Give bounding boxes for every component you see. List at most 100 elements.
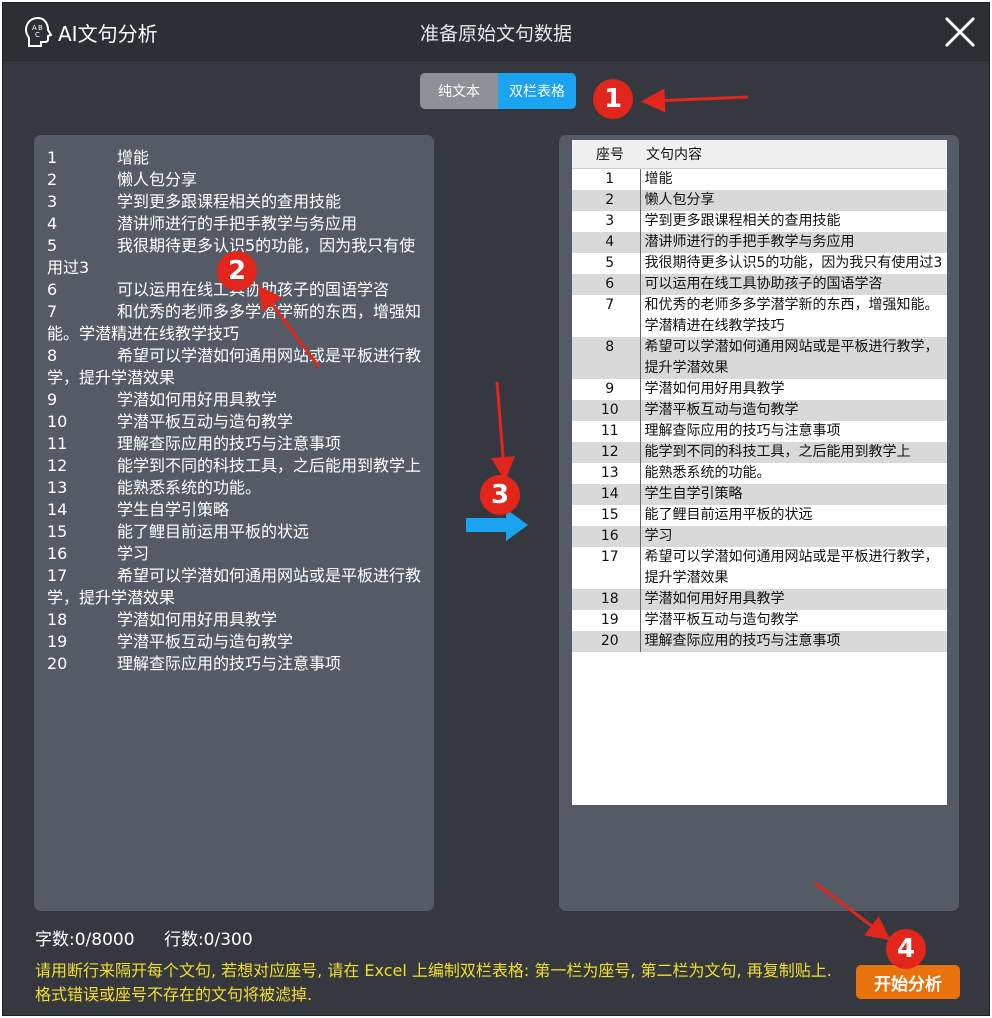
table-row[interactable]: 13 能熟悉系统的功能。 [572, 462, 947, 484]
cell-seat-number[interactable]: 1 [580, 168, 641, 190]
cell-sentence[interactable]: 增能 [640, 168, 947, 190]
cell-seat-number[interactable]: 4 [580, 231, 641, 253]
cell-seat-number[interactable]: 3 [580, 210, 641, 232]
line-number: 5 [47, 236, 58, 255]
table-row[interactable]: 12 能学到不同的科技工具，之后能用到教学上 [572, 441, 947, 463]
table-row[interactable]: 20 理解查际应用的技巧与注意事项 [572, 630, 947, 652]
cell-seat-number[interactable]: 2 [580, 189, 641, 211]
cell-seat-number[interactable]: 18 [580, 588, 641, 610]
annotation-badge-1: 1 [593, 79, 633, 119]
row-gutter [572, 609, 580, 631]
table-row[interactable]: 16 学习 [572, 525, 947, 547]
line-text: 增能 [117, 148, 150, 167]
table-row[interactable]: 10 学潜平板互动与造句教学 [572, 399, 947, 421]
line-text: 理解查际应用的技巧与注意事项 [117, 434, 342, 453]
cell-sentence[interactable]: 学到更多跟课程相关的查用技能 [640, 210, 947, 232]
cell-seat-number[interactable]: 7 [580, 294, 641, 337]
table-row[interactable]: 4 潜讲师进行的手把手教学与务应用 [572, 231, 947, 253]
row-gutter [572, 441, 580, 463]
cell-sentence[interactable]: 希望可以学潜如何通用网站或是平板进行教学，提升学潜效果 [640, 546, 947, 589]
text-line: 9 学潜如何用好用具教学 [47, 389, 421, 411]
line-number: 6 [47, 280, 58, 299]
row-gutter [572, 189, 580, 211]
text-line: 17 希望可以学潜如何通用网站或是平板进行教学，提升学潜效果 [47, 565, 421, 609]
cell-seat-number[interactable]: 13 [580, 462, 641, 484]
line-text: 理解查际应用的技巧与注意事项 [117, 654, 342, 673]
cell-sentence[interactable]: 和优秀的老师多多学潜学新的东西，增强知能。学潜精进在线教学技巧 [640, 294, 947, 337]
table-row[interactable]: 5 我很期待更多认识5的功能，因为我只有使用过3 [572, 252, 947, 274]
cell-sentence[interactable]: 学潜平板互动与造句教学 [640, 399, 947, 421]
table-row[interactable]: 3 学到更多跟课程相关的查用技能 [572, 210, 947, 232]
table-row[interactable]: 11 理解查际应用的技巧与注意事项 [572, 420, 947, 442]
cell-sentence[interactable]: 能学到不同的科技工具，之后能用到教学上 [640, 441, 947, 463]
cell-sentence[interactable]: 学潜如何用好用具教学 [640, 378, 947, 400]
cell-seat-number[interactable]: 12 [580, 441, 641, 463]
cell-seat-number[interactable]: 6 [580, 273, 641, 295]
line-text: 能学到不同的科技工具，之后能用到教学上 [117, 456, 422, 475]
table-row[interactable]: 19 学潜平板互动与造句教学 [572, 609, 947, 631]
cell-sentence[interactable]: 希望可以学潜如何通用网站或是平板进行教学，提升学潜效果 [640, 336, 947, 379]
table-row[interactable]: 1 增能 [572, 168, 947, 190]
cell-seat-number[interactable]: 15 [580, 504, 641, 526]
column-header-content[interactable]: 文句内容 [640, 140, 947, 169]
line-text: 学潜平板互动与造句教学 [117, 632, 294, 651]
cell-sentence[interactable]: 理解查际应用的技巧与注意事项 [640, 420, 947, 442]
row-gutter [572, 630, 580, 652]
row-gutter [572, 252, 580, 274]
cell-sentence[interactable]: 能熟悉系统的功能。 [640, 462, 947, 484]
cell-sentence[interactable]: 学习 [640, 525, 947, 547]
line-text: 学习 [117, 544, 150, 563]
row-gutter [572, 525, 580, 547]
annotation-arrow-3 [491, 381, 515, 481]
spreadsheet-grid[interactable]: 座号 文句内容 1 增能 2 懒人包分享 3 学到更多跟课程相关的查用技能 4 潜讲师进行的手… [572, 140, 947, 805]
text-line: 20 理解查际应用的技巧与注意事项 [47, 653, 421, 675]
line-number: 16 [47, 544, 68, 563]
cell-sentence[interactable]: 可以运用在线工具协助孩子的国语学咨 [640, 273, 947, 295]
start-analysis-button[interactable]: 开始分析 [856, 965, 960, 999]
line-text: 能了鲤目前运用平板的状远 [117, 522, 310, 541]
cell-seat-number[interactable]: 10 [580, 399, 641, 421]
cell-seat-number[interactable]: 14 [580, 483, 641, 505]
table-row[interactable]: 2 懒人包分享 [572, 189, 947, 211]
cell-seat-number[interactable]: 9 [580, 378, 641, 400]
table-row[interactable]: 9 学潜如何用好用具教学 [572, 378, 947, 400]
table-row[interactable]: 17 希望可以学潜如何通用网站或是平板进行教学，提升学潜效果 [572, 546, 947, 589]
cell-seat-number[interactable]: 19 [580, 609, 641, 631]
line-number: 2 [47, 170, 58, 189]
line-text: 潜讲师进行的手把手教学与务应用 [117, 214, 358, 233]
two-column-table-option[interactable]: 双栏表格 [498, 73, 576, 109]
text-line: 7 和优秀的老师多多学潜学新的东西，增强知能。学潜精进在线教学技巧 [47, 301, 421, 345]
cell-seat-number[interactable]: 17 [580, 546, 641, 589]
cell-sentence[interactable]: 懒人包分享 [640, 189, 947, 211]
line-number: 7 [47, 302, 58, 321]
annotation-badge-4: 4 [886, 929, 926, 969]
cell-seat-number[interactable]: 11 [580, 420, 641, 442]
line-text: 学生自学引策略 [117, 500, 230, 519]
cell-sentence[interactable]: 学潜平板互动与造句教学 [640, 609, 947, 631]
cell-seat-number[interactable]: 8 [580, 336, 641, 379]
row-gutter [572, 504, 580, 526]
line-text: 懒人包分享 [117, 170, 198, 189]
cell-sentence[interactable]: 学生自学引策略 [640, 483, 947, 505]
cell-sentence[interactable]: 潜讲师进行的手把手教学与务应用 [640, 231, 947, 253]
annotation-arrow-1 [641, 88, 749, 113]
table-row[interactable]: 18 学潜如何用好用具教学 [572, 588, 947, 610]
cell-seat-number[interactable]: 16 [580, 525, 641, 547]
table-row[interactable]: 14 学生自学引策略 [572, 483, 947, 505]
cell-seat-number[interactable]: 5 [580, 252, 641, 274]
table-row[interactable]: 15 能了鲤目前运用平板的状远 [572, 504, 947, 526]
counters: 字数:0/8000 行数:0/300 [35, 925, 277, 950]
cell-seat-number[interactable]: 20 [580, 630, 641, 652]
row-gutter [572, 462, 580, 484]
column-header-seat[interactable]: 座号 [580, 140, 640, 169]
cell-sentence[interactable]: 学潜如何用好用具教学 [640, 588, 947, 610]
cell-sentence[interactable]: 理解查际应用的技巧与注意事项 [640, 630, 947, 652]
close-icon[interactable] [943, 15, 977, 49]
line-text: 能熟悉系统的功能。 [117, 478, 262, 497]
table-row[interactable]: 7 和优秀的老师多多学潜学新的东西，增强知能。学潜精进在线教学技巧 [572, 294, 947, 337]
plain-text-option[interactable]: 纯文本 [420, 73, 498, 109]
table-row[interactable]: 8 希望可以学潜如何通用网站或是平板进行教学，提升学潜效果 [572, 336, 947, 379]
cell-sentence[interactable]: 能了鲤目前运用平板的状远 [640, 504, 947, 526]
cell-sentence[interactable]: 我很期待更多认识5的功能，因为我只有使用过3 [640, 252, 947, 274]
table-row[interactable]: 6 可以运用在线工具协助孩子的国语学咨 [572, 273, 947, 295]
